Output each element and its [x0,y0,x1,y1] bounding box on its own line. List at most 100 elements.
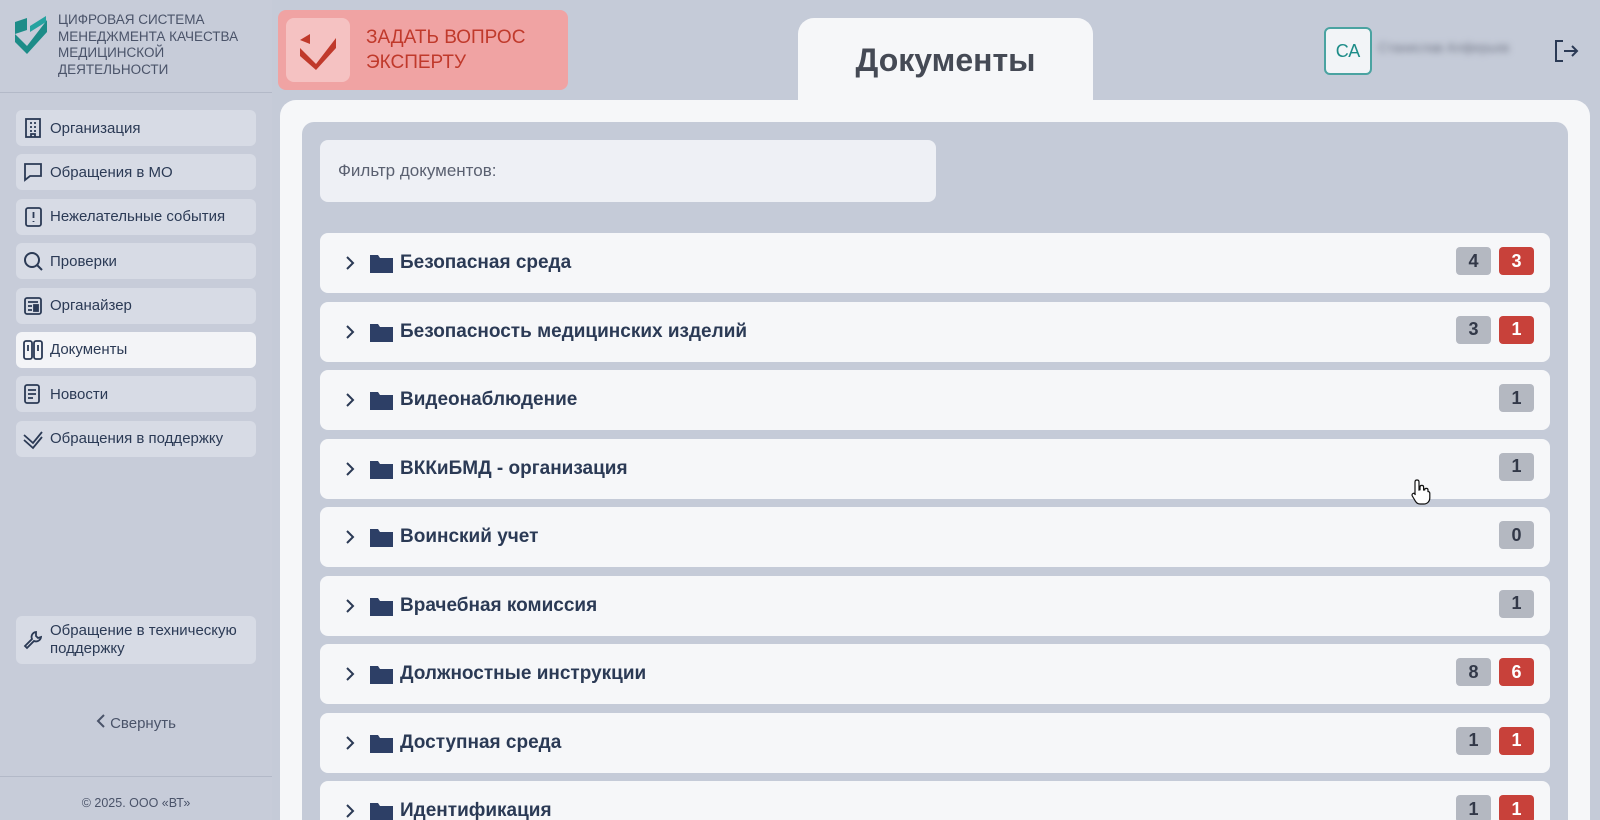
sidebar-item-label: Обращения в поддержку [50,430,224,448]
folder-name: Безопасная среда [400,252,572,273]
folder-row[interactable]: Доступная среда 1 1 [320,712,1550,773]
brand-line-4: деятельности [58,61,169,77]
ask-expert-button[interactable]: Задать вопрос эксперту [278,10,568,90]
sidebar-item-inspections[interactable]: Проверки [16,243,256,280]
alert-count-badge: 3 [1499,247,1534,275]
tech-support-line-1: Обращение в техническую [50,622,237,639]
chevron-right-icon[interactable] [340,253,360,273]
alert-count-badge: 1 [1499,315,1534,344]
sidebar-item-label: Документы [50,341,128,359]
folder-badges: 8 6 [1456,658,1534,686]
building-icon [25,118,41,138]
sidebar-item-documents[interactable]: Документы [16,331,256,368]
chevron-left-icon [96,714,106,732]
sidebar-item-label: Обращения в МО [50,163,173,181]
folder-name: Должностные инструкции [400,663,647,684]
folder-row[interactable]: Воинский учет 0 [320,507,1550,567]
sidebar-divider [0,92,272,93]
sidebar-item-label: Организация [50,119,141,137]
folder-icon [370,323,393,342]
sidebar-item-news[interactable]: Новости [16,376,256,413]
sidebar-item-adverse-events[interactable]: Нежелательные события [16,198,256,235]
ask-expert-label: Задать вопрос эксперту [366,25,525,75]
folder-row[interactable]: Безопасная среда 4 3 [320,233,1550,293]
ask-expert-line-1: Задать вопрос [366,27,526,48]
brand-line-1: Цифровая система [58,12,205,27]
sidebar-item-organization[interactable]: Организация [16,110,256,146]
folder-icon [370,392,393,410]
folder-name: Идентификация [400,800,552,820]
copyright: © 2025. ООО «ВТ» [81,796,191,810]
chevron-right-icon[interactable] [340,664,360,684]
chevron-right-icon[interactable] [340,596,360,616]
ask-expert-line-2: эксперту [366,52,467,73]
brand-name: Цифровая система менеджмента качества ме… [58,12,238,78]
alert-count-badge: 1 [1499,795,1534,820]
folder-name: ВККиБМД - организация [400,457,628,479]
chevron-right-icon[interactable] [340,459,360,479]
folder-badges: 3 1 [1456,315,1534,344]
folder-badges: 0 [1499,521,1534,549]
sidebar-item-label: Нежелательные события [50,208,226,226]
brand-line-2: менеджмента качества [58,28,239,44]
folder-icon [370,734,393,753]
document-count-badge: 1 [1499,452,1534,481]
brand-line-3: медицинской [58,45,165,60]
sidebar-item-label: Новости [50,385,109,403]
chevron-right-icon[interactable] [340,801,360,820]
alert-book-icon [25,206,42,227]
logout-icon[interactable] [1552,37,1580,65]
collapse-sidebar-button[interactable]: Свернуть [0,714,272,732]
chevron-right-icon[interactable] [340,527,360,547]
folder-list: Безопасная среда 4 3 Безопасность медици… [320,233,1550,820]
folder-icon [370,666,393,684]
documents-panel: Фильтр документов: Безопасная среда 4 3 … [302,122,1568,820]
folder-row[interactable]: Должностные инструкции 8 6 [320,644,1550,704]
document-count-badge: 1 [1499,589,1534,618]
folder-row[interactable]: Врачебная комиссия 1 [320,575,1550,636]
tech-support-label: Обращение в техническую поддержку [50,622,237,658]
wrench-icon [23,630,43,650]
folder-icon [370,255,393,273]
search-icon [24,252,43,271]
chevron-right-icon[interactable] [340,390,360,410]
alert-count-badge: 6 [1499,658,1534,686]
folder-name: Воинский учет [400,526,539,547]
folder-badges: 4 3 [1456,247,1534,275]
folder-row[interactable]: Безопасность медицинских изделий 3 1 [320,301,1550,362]
folder-badges: 1 [1499,589,1534,618]
folder-name: Видеонаблюдение [400,389,578,410]
sidebar-item-label: Проверки [50,252,117,270]
folder-name: Безопасность медицинских изделий [400,320,748,342]
document-count-badge: 1 [1456,795,1491,820]
sidebar-item-appeals-mo[interactable]: Обращения в МО [16,154,256,191]
folder-badges: 1 [1499,452,1534,481]
tech-support: Обращение в техническую поддержку [16,616,256,672]
brand-logo[interactable]: Цифровая система менеджмента качества ме… [12,12,262,84]
folder-row[interactable]: ВККиБМД - организация 1 [320,438,1550,499]
sidebar: Цифровая система менеджмента качества ме… [0,0,272,820]
document-count-badge: 4 [1456,247,1491,275]
folder-badges: 1 1 [1456,726,1534,755]
folder-icon [370,803,393,820]
folder-icon [370,460,393,479]
chevron-right-icon[interactable] [340,733,360,753]
document-count-badge: 8 [1456,658,1491,686]
folder-name: Доступная среда [400,731,562,753]
sidebar-item-label: Органайзер [50,297,132,315]
tech-support-line-2: поддержку [50,640,125,657]
user-name[interactable]: Станислав Алферьев [1378,40,1548,60]
sidebar-item-support-requests[interactable]: Обращения в поддержку [16,420,256,457]
tech-support-button[interactable]: Обращение в техническую поддержку [16,616,256,664]
brand-check-icon [15,16,47,54]
folder-row[interactable]: Идентификация 1 1 [320,781,1550,820]
collapse-label: Свернуть [110,715,176,732]
document-filter-input[interactable]: Фильтр документов: [320,140,936,202]
folder-row[interactable]: Видеонаблюдение 1 [320,370,1550,430]
page-title: Документы [798,18,1093,102]
sidebar-item-organizer[interactable]: Органайзер [16,287,256,324]
avatar[interactable]: СА [1324,27,1372,75]
chat-icon [24,163,42,183]
folder-icon [370,597,393,616]
chevron-right-icon[interactable] [340,322,360,342]
